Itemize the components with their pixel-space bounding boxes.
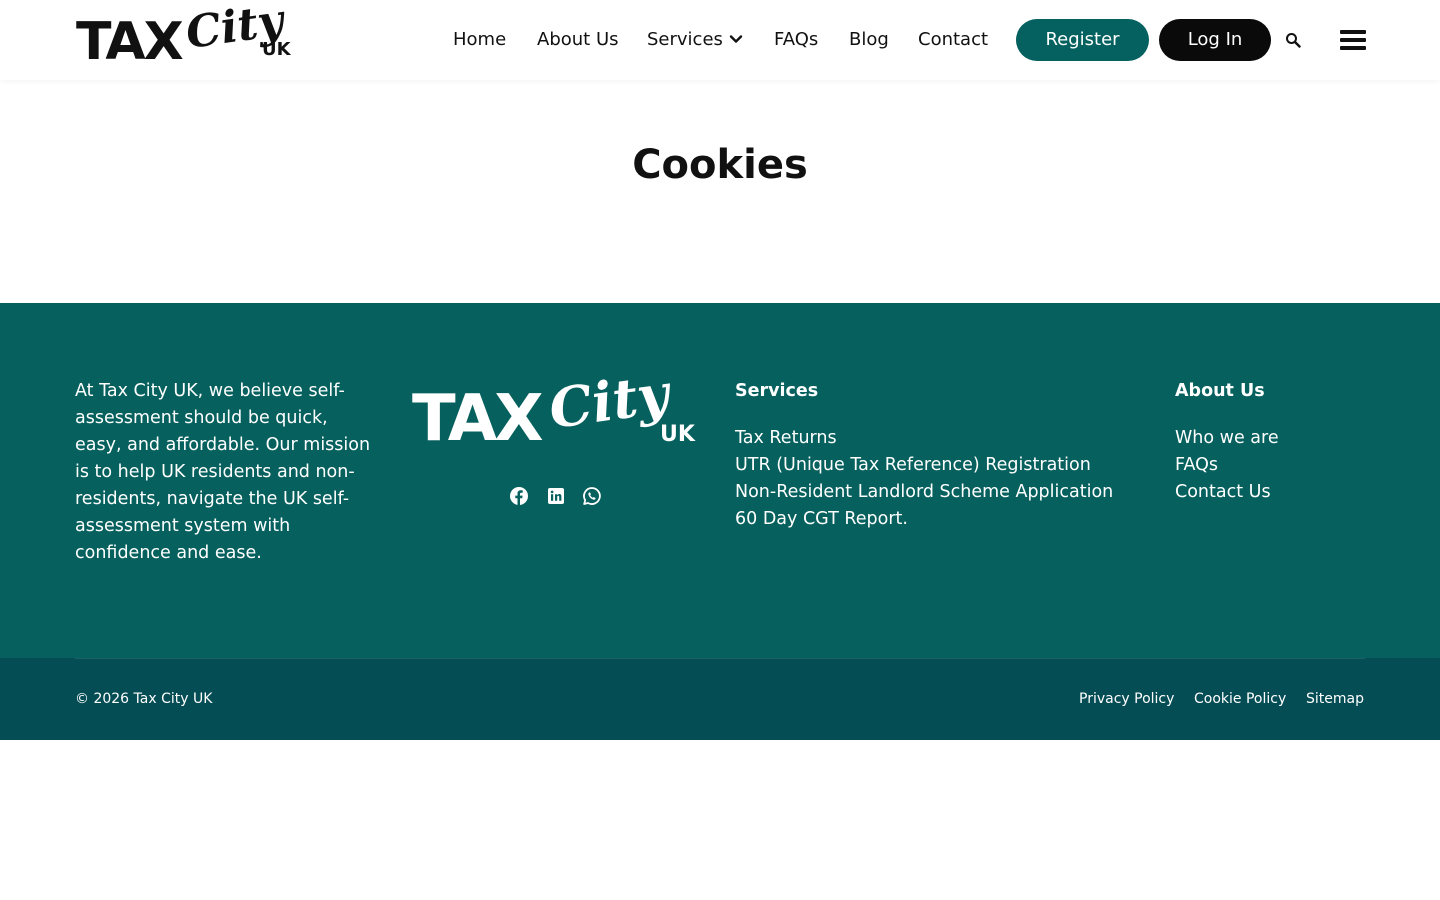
menu-icon-bar — [1340, 38, 1366, 42]
footer-logo-text-main: TAX — [412, 382, 544, 456]
linkedin-icon[interactable] — [546, 486, 566, 506]
whatsapp-icon[interactable] — [582, 486, 602, 506]
site-header: TAX City UK Home About Us Services FAQs … — [0, 0, 1440, 80]
site-footer: At Tax City UK, we believe self-assessme… — [0, 303, 1440, 658]
footer-about-title: About Us — [1175, 381, 1265, 401]
nav-contact[interactable]: Contact — [918, 26, 988, 54]
footer-logo[interactable]: TAX City UK — [412, 361, 702, 461]
nav-faqs[interactable]: FAQs — [774, 26, 818, 54]
page-title: Cookies — [632, 142, 808, 188]
nav-about-us[interactable]: About Us — [537, 26, 619, 54]
menu-icon[interactable] — [1340, 28, 1366, 52]
login-button[interactable]: Log In — [1159, 19, 1271, 61]
footer-link-faqs[interactable]: FAQs — [1175, 452, 1218, 479]
footer-divider — [75, 658, 1365, 659]
sitemap-link[interactable]: Sitemap — [1306, 688, 1364, 710]
cookie-policy-link[interactable]: Cookie Policy — [1194, 688, 1286, 710]
footer-logo-text-suffix: UK — [660, 422, 695, 447]
footer-services-title: Services — [735, 381, 819, 401]
menu-icon-bar — [1340, 30, 1366, 34]
footer-link-tax-returns[interactable]: Tax Returns — [735, 425, 837, 452]
copyright-text: © 2026 Tax City UK — [75, 691, 213, 707]
register-button[interactable]: Register — [1016, 19, 1149, 61]
search-icon[interactable] — [1285, 32, 1301, 48]
footer-link-nrl-scheme[interactable]: Non-Resident Landlord Scheme Application — [735, 479, 1113, 506]
nav-services[interactable]: Services — [647, 26, 747, 54]
facebook-icon[interactable] — [509, 486, 529, 506]
footer-about-text: At Tax City UK, we believe self-assessme… — [75, 381, 371, 563]
footer-logo-text-script: City — [545, 360, 673, 441]
nav-blog[interactable]: Blog — [849, 26, 889, 54]
footer-link-who-we-are[interactable]: Who we are — [1175, 425, 1279, 452]
privacy-policy-link[interactable]: Privacy Policy — [1079, 688, 1174, 710]
nav-home[interactable]: Home — [453, 26, 506, 54]
footer-link-contact-us[interactable]: Contact Us — [1175, 479, 1271, 506]
footer-bottom-bar: © 2026 Tax City UK Privacy Policy Cookie… — [0, 658, 1440, 740]
nav-services-label: Services — [647, 29, 723, 50]
footer-link-utr-registration[interactable]: UTR (Unique Tax Reference) Registration — [735, 452, 1091, 479]
footer-link-cgt-report[interactable]: 60 Day CGT Report. — [735, 506, 908, 533]
chevron-down-icon — [729, 35, 743, 43]
menu-icon-bar — [1340, 46, 1366, 50]
